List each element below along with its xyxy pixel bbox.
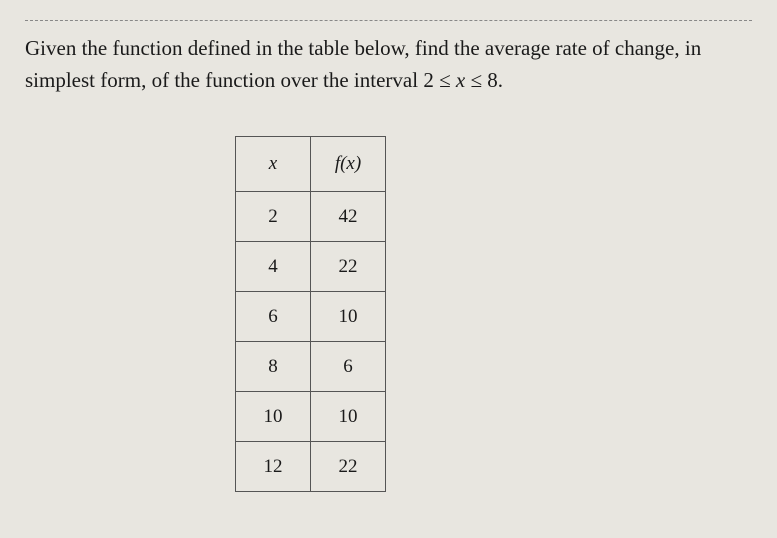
cell-fx: 22	[311, 442, 386, 492]
cell-fx: 22	[311, 242, 386, 292]
table-container: x f(x) 2 42 4 22 6 10 8 6 10 10	[25, 136, 752, 492]
cell-fx: 10	[311, 392, 386, 442]
cell-fx: 6	[311, 342, 386, 392]
cell-x: 6	[236, 292, 311, 342]
top-divider	[25, 20, 752, 21]
cell-x: 8	[236, 342, 311, 392]
cell-x: 2	[236, 192, 311, 242]
header-x: x	[236, 137, 311, 192]
problem-statement: Given the function defined in the table …	[25, 33, 752, 96]
problem-line1: Given the function defined in the table …	[25, 36, 701, 60]
table-row: 6 10	[236, 292, 386, 342]
cell-x: 10	[236, 392, 311, 442]
table-row: 8 6	[236, 342, 386, 392]
table-row: 10 10	[236, 392, 386, 442]
problem-interval: 2 ≤ x ≤ 8.	[423, 68, 503, 92]
cell-fx: 10	[311, 292, 386, 342]
table-row: 2 42	[236, 192, 386, 242]
header-fx: f(x)	[311, 137, 386, 192]
cell-x: 4	[236, 242, 311, 292]
table-body: 2 42 4 22 6 10 8 6 10 10 12 22	[236, 192, 386, 492]
table-row: 4 22	[236, 242, 386, 292]
function-table: x f(x) 2 42 4 22 6 10 8 6 10 10	[235, 136, 386, 492]
cell-fx: 42	[311, 192, 386, 242]
table-row: 12 22	[236, 442, 386, 492]
problem-line2-prefix: simplest form, of the function over the …	[25, 68, 423, 92]
cell-x: 12	[236, 442, 311, 492]
table-header-row: x f(x)	[236, 137, 386, 192]
